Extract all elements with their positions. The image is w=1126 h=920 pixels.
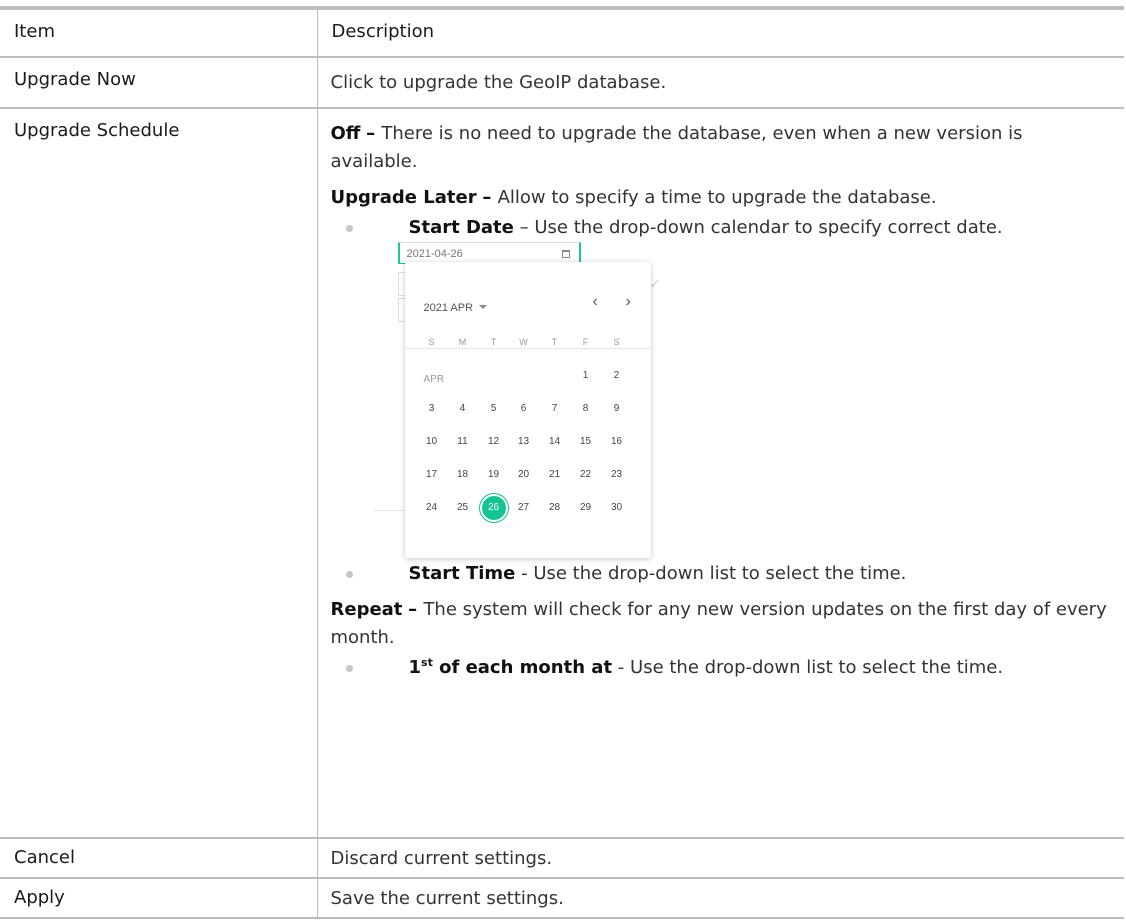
repeat-text: The system will check for any new versio… bbox=[330, 599, 1107, 648]
start-time-text: Use the drop-down list to select the tim… bbox=[533, 563, 907, 584]
table-row: Apply Save the current settings. bbox=[0, 878, 1124, 919]
table-row: Upgrade Schedule Off – There is no need … bbox=[0, 108, 1124, 839]
repeat-label: Repeat bbox=[330, 599, 403, 620]
row-item-upgrade-schedule: Upgrade Schedule bbox=[0, 108, 318, 839]
calendar-day[interactable]: 24 bbox=[420, 496, 444, 520]
off-text: There is no need to upgrade the database… bbox=[330, 123, 1023, 172]
calendar-day[interactable]: 20 bbox=[512, 463, 536, 487]
start-date-bullet: Start Date – Use the drop-down calendar … bbox=[331, 214, 1111, 242]
calendar-day[interactable]: 27 bbox=[512, 496, 536, 520]
calendar-day[interactable]: 22 bbox=[574, 463, 598, 487]
row-desc-upgrade-now: Click to upgrade the GeoIP database. bbox=[317, 57, 1124, 109]
off-label: Off bbox=[330, 123, 361, 144]
table-header: Item Description bbox=[0, 6, 1124, 58]
calendar-day[interactable]: 8 bbox=[574, 397, 598, 421]
start-time-bullet: Start Time - Use the drop-down list to s… bbox=[331, 560, 1111, 588]
start-date-input[interactable]: 2021-04-26 bbox=[397, 242, 581, 264]
weekday-header: SMTWTFS bbox=[404, 328, 651, 349]
calendar-day[interactable]: 16 bbox=[605, 430, 629, 454]
calendar-day[interactable]: 15 bbox=[574, 430, 598, 454]
weekday-label: F bbox=[582, 337, 589, 347]
upgrade-later-option: Upgrade Later – Allow to specify a time … bbox=[330, 187, 937, 208]
document-page: Item Description Upgrade Now Click to up… bbox=[0, 0, 1126, 920]
bullet-icon bbox=[345, 225, 353, 232]
monthly-label: 1st of each month at bbox=[408, 656, 613, 678]
start-date-label: Start Date bbox=[408, 217, 514, 238]
calendar-day[interactable]: 1 bbox=[574, 364, 598, 388]
start-date-value: 2021-04-26 bbox=[406, 248, 463, 260]
calendar-day[interactable]: 12 bbox=[482, 430, 506, 454]
calendar-day[interactable]: 21 bbox=[543, 463, 567, 487]
month-year-label: 2021 APR bbox=[423, 302, 474, 314]
calendar-day[interactable]: 18 bbox=[451, 463, 475, 487]
calendar-day[interactable]: 3 bbox=[420, 397, 444, 421]
calendar-icon[interactable] bbox=[561, 250, 570, 258]
repeat-option: Repeat – The system will check for any n… bbox=[330, 599, 1107, 648]
calendar-day[interactable]: 17 bbox=[420, 463, 444, 487]
calendar-day[interactable]: 2 bbox=[605, 364, 629, 388]
weekday-label: S bbox=[613, 337, 620, 347]
weekday-label: W bbox=[519, 337, 528, 347]
row-item-apply: Apply bbox=[0, 878, 318, 919]
header-description: Description bbox=[317, 6, 1124, 58]
calendar-screenshot: 2021-04-26 2021 APR ‹ › SMTWTFS APR 1234… bbox=[372, 242, 1111, 560]
calendar-day[interactable]: 13 bbox=[512, 430, 536, 454]
next-month-button[interactable]: › bbox=[626, 288, 631, 316]
monthly-text: Use the drop-down list to select the tim… bbox=[630, 657, 1004, 678]
upgrade-later-text: Allow to specify a time to upgrade the d… bbox=[497, 187, 937, 208]
calendar-day[interactable]: 30 bbox=[605, 496, 629, 520]
table-row: Upgrade Now Click to upgrade the GeoIP d… bbox=[0, 57, 1124, 109]
monthly-bullet: 1st of each month at - Use the drop-down… bbox=[331, 654, 1111, 682]
prev-month-button[interactable]: ‹ bbox=[593, 288, 598, 316]
calendar-day[interactable]: 23 bbox=[605, 463, 629, 487]
calendar-day[interactable]: 4 bbox=[451, 397, 475, 421]
calendar-day[interactable]: 19 bbox=[482, 463, 506, 487]
month-label: APR bbox=[423, 374, 445, 385]
calendar-day[interactable]: 28 bbox=[543, 496, 567, 520]
calendar-day[interactable]: 6 bbox=[512, 397, 536, 421]
calendar-day[interactable]: 29 bbox=[574, 496, 598, 520]
upgrade-later-label: Upgrade Later bbox=[330, 187, 477, 208]
settings-table: Item Description Upgrade Now Click to up… bbox=[0, 6, 1124, 919]
weekday-label: T bbox=[490, 337, 497, 347]
calendar-day[interactable]: 10 bbox=[420, 430, 444, 454]
row-desc-cancel: Discard current settings. bbox=[317, 838, 1124, 879]
bullet-icon bbox=[345, 665, 353, 672]
calendar-day-selected[interactable]: 26 bbox=[481, 496, 506, 520]
row-desc-upgrade-schedule: Off – There is no need to upgrade the da… bbox=[317, 108, 1124, 839]
bullet-icon bbox=[345, 571, 353, 578]
weekday-label: M bbox=[458, 337, 467, 347]
calendar-day[interactable]: 5 bbox=[482, 397, 506, 421]
row-desc-apply: Save the current settings. bbox=[317, 878, 1124, 919]
month-year-selector[interactable]: 2021 APR bbox=[424, 294, 488, 322]
calendar-day[interactable]: 9 bbox=[605, 397, 629, 421]
table-row: Cancel Discard current settings. bbox=[0, 838, 1124, 879]
start-date-text: Use the drop-down calendar to specify co… bbox=[534, 217, 1003, 238]
start-time-label: Start Time bbox=[408, 563, 516, 584]
weekday-label: T bbox=[551, 337, 558, 347]
weekday-label: S bbox=[428, 337, 435, 347]
calendar-dropdown: 2021 APR ‹ › SMTWTFS APR 1 2 3 4 5 6 7 8 9 10 11 12… bbox=[404, 262, 651, 558]
row-item-cancel: Cancel bbox=[0, 838, 318, 879]
calendar-day[interactable]: 25 bbox=[451, 496, 475, 520]
row-item-upgrade-now: Upgrade Now bbox=[0, 57, 318, 109]
calendar-day[interactable]: 11 bbox=[451, 430, 475, 454]
caret-down-icon bbox=[479, 305, 488, 309]
header-item: Item bbox=[0, 6, 318, 58]
calendar-day[interactable]: 7 bbox=[543, 397, 567, 421]
calendar-day[interactable]: 14 bbox=[543, 430, 567, 454]
off-option: Off – There is no need to upgrade the da… bbox=[330, 123, 1023, 172]
